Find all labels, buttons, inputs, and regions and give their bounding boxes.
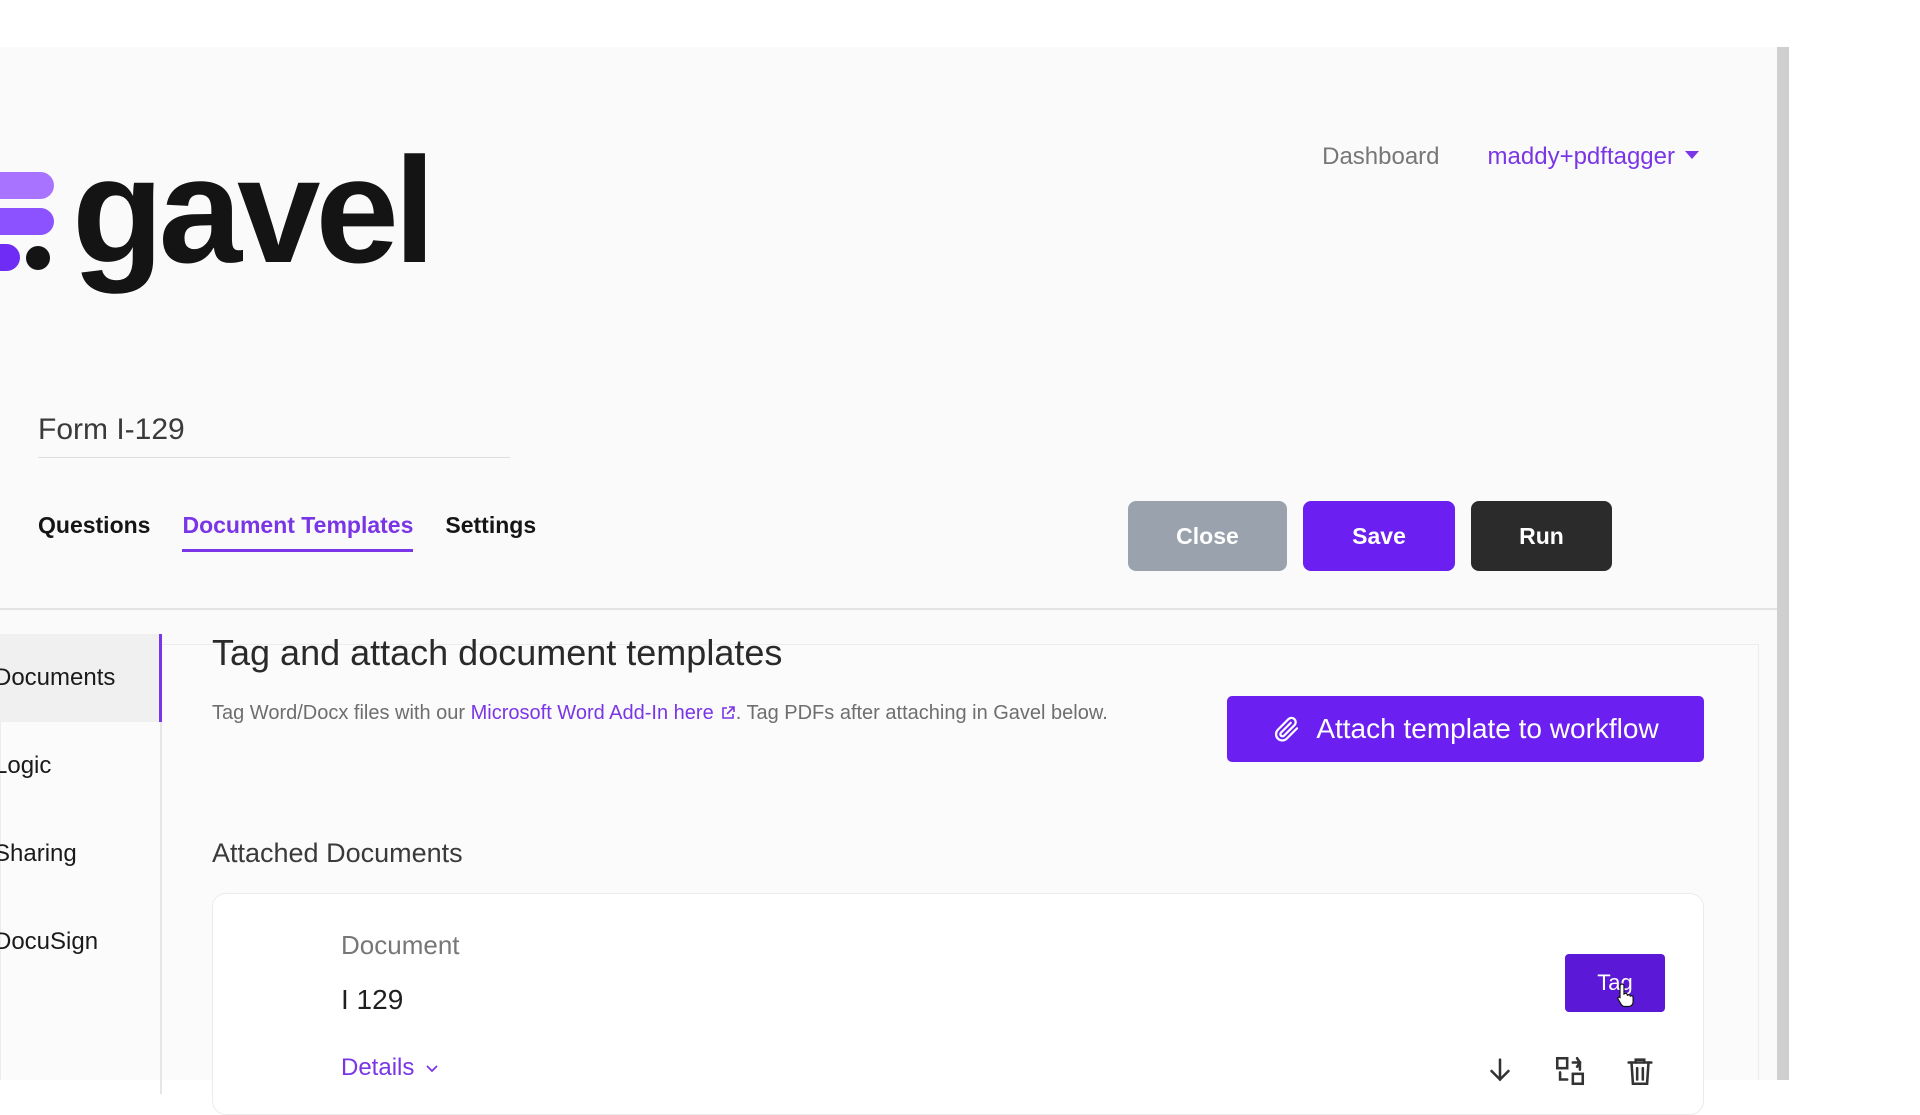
- paperclip-icon: [1275, 716, 1299, 742]
- description-text: Tag Word/Docx files with our Microsoft W…: [212, 697, 1192, 730]
- user-name: maddy+pdftagger: [1487, 143, 1675, 170]
- workflow-tabs: Questions Document Templates Settings: [38, 512, 536, 552]
- action-buttons: Close Save Run: [1128, 501, 1612, 571]
- close-button[interactable]: Close: [1128, 501, 1287, 571]
- details-label: Details: [341, 1054, 415, 1081]
- top-nav: Dashboard maddy+pdftagger: [1322, 143, 1699, 171]
- dashboard-link[interactable]: Dashboard: [1322, 143, 1439, 171]
- caret-down-icon: [1685, 151, 1699, 159]
- tab-settings[interactable]: Settings: [445, 512, 536, 552]
- document-card: Document I 129 Tag Details: [212, 893, 1704, 1115]
- document-actions: [1483, 1054, 1657, 1088]
- window-edge: [1777, 47, 1789, 1080]
- chevron-down-icon: [426, 1065, 438, 1073]
- description-suffix: . Tag PDFs after attaching in Gavel belo…: [735, 702, 1108, 724]
- attached-documents-heading: Attached Documents: [212, 838, 463, 868]
- external-link-icon: [721, 706, 735, 719]
- logo-text: gavel: [72, 126, 436, 294]
- attach-template-label: Attach template to workflow: [1316, 713, 1659, 744]
- details-toggle[interactable]: Details: [341, 1054, 440, 1082]
- replace-icon[interactable]: [1553, 1054, 1587, 1088]
- document-name: I 129: [341, 984, 404, 1015]
- description-prefix: Tag Word/Docx files with our: [212, 702, 471, 724]
- run-button[interactable]: Run: [1471, 501, 1612, 571]
- word-addin-link[interactable]: Microsoft Word Add-In here: [471, 702, 736, 724]
- download-icon[interactable]: [1483, 1054, 1517, 1088]
- sidebar-item-sharing[interactable]: Sharing: [0, 810, 160, 898]
- save-button[interactable]: Save: [1303, 501, 1455, 571]
- sidebar-item-logic[interactable]: Logic: [0, 722, 160, 810]
- word-addin-link-text: Microsoft Word Add-In here: [470, 702, 714, 724]
- user-menu[interactable]: maddy+pdftagger: [1488, 143, 1699, 171]
- hand-cursor-icon: [1617, 983, 1634, 1008]
- form-title-input[interactable]: Form I-129: [38, 413, 510, 458]
- sidebar-item-docusign[interactable]: DocuSign: [0, 898, 160, 986]
- tab-document-templates[interactable]: Document Templates: [182, 512, 414, 552]
- sidebar-item-documents[interactable]: Documents: [0, 634, 162, 722]
- sidebar: Documents Logic Sharing DocuSign: [0, 634, 162, 1094]
- header-divider: [0, 608, 1777, 610]
- attach-template-button[interactable]: Attach template to workflow: [1227, 696, 1704, 762]
- logo-mark-icon: [0, 172, 60, 292]
- page-title: Tag and attach document templates: [212, 632, 783, 673]
- document-label: Document: [341, 930, 460, 960]
- tab-questions[interactable]: Questions: [38, 512, 150, 552]
- trash-icon[interactable]: [1623, 1054, 1657, 1088]
